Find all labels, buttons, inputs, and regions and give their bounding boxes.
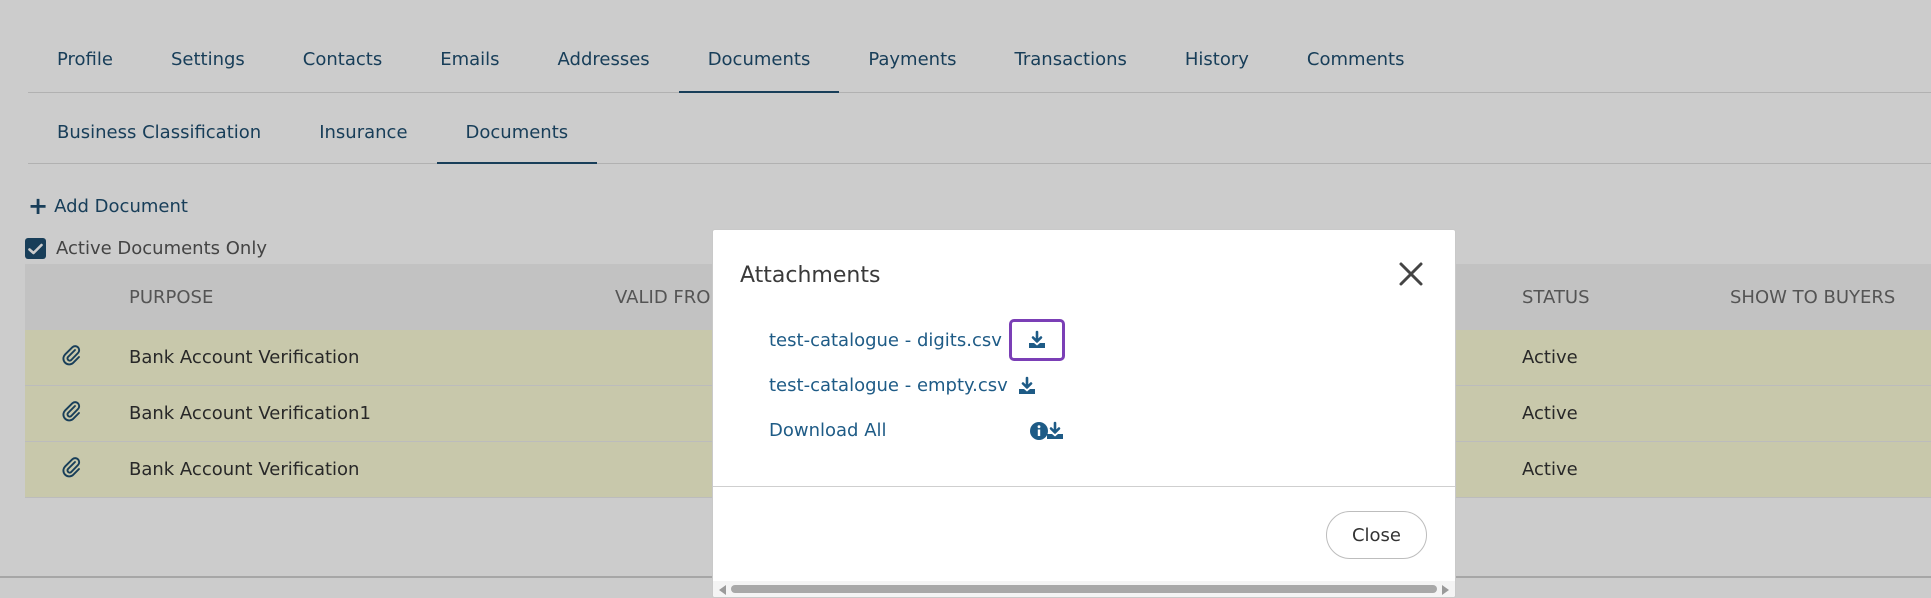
download-button[interactable]	[1009, 319, 1065, 361]
modal-title: Attachments	[740, 263, 881, 288]
modal-divider	[713, 486, 1455, 487]
attachment-link[interactable]: test-catalogue - digits.csv	[769, 330, 1002, 351]
download-icon	[1019, 376, 1035, 394]
horizontal-scrollbar[interactable]	[713, 581, 1455, 597]
download-icon	[1029, 330, 1045, 348]
attachment-link[interactable]: test-catalogue - empty.csv	[769, 375, 1008, 396]
download-button[interactable]	[1014, 373, 1040, 399]
download-all-link[interactable]: Download All	[769, 420, 887, 441]
download-icon	[1047, 421, 1063, 439]
list-item: test-catalogue - empty.csv	[769, 363, 1035, 408]
scroll-right-icon[interactable]	[1442, 585, 1449, 595]
attachment-list: test-catalogue - digits.csv test-catalog…	[769, 318, 1065, 453]
attachments-modal: Attachments test-catalogue - digits.csv …	[712, 229, 1456, 598]
scrollbar-thumb[interactable]	[731, 585, 1437, 593]
close-icon[interactable]	[1395, 258, 1427, 290]
close-button[interactable]: Close	[1326, 511, 1427, 559]
list-item: test-catalogue - digits.csv	[769, 318, 1065, 363]
download-all-button[interactable]	[1042, 418, 1068, 444]
list-item: Download All	[769, 408, 1063, 453]
scroll-left-icon[interactable]	[719, 585, 726, 595]
